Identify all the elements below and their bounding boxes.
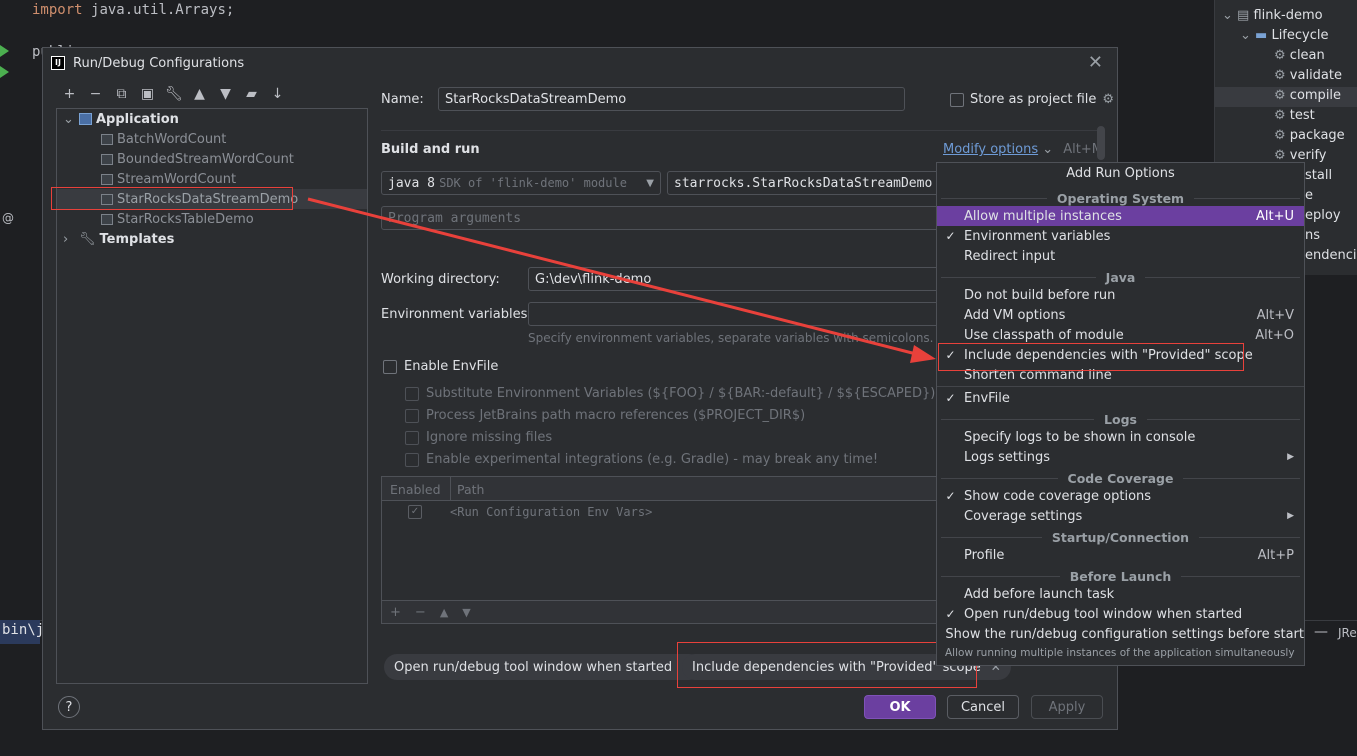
annotation-arrow [307,197,936,363]
arrow-line [307,197,921,357]
arrow-head [910,345,936,363]
